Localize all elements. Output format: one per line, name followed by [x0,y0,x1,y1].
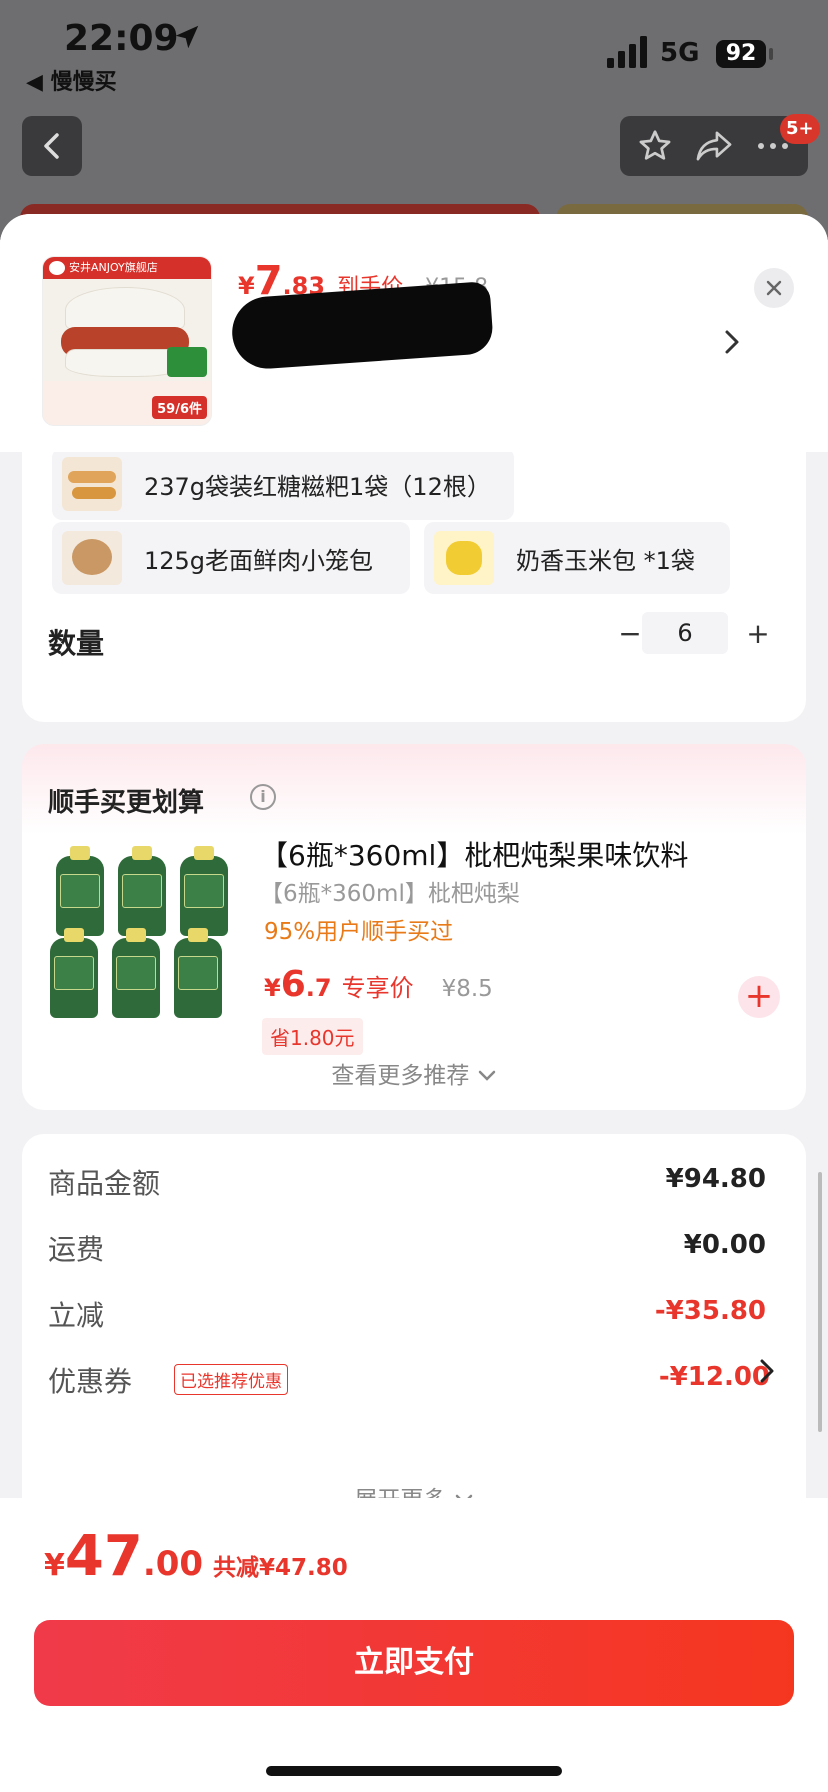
price-label: 专享价 [341,974,414,1002]
recommend-title: 顺手买更划算 [48,788,205,818]
battery-tip [769,48,773,60]
pay-now-button[interactable]: 立即支付 [34,1620,794,1706]
bottle-graphic [118,846,166,936]
location-arrow-icon [175,25,199,49]
currency-symbol: ¥ [264,974,281,1002]
recommend-price: ¥ 6 .7 专享价 ¥8.5 [264,964,493,1005]
close-icon [766,280,782,296]
more-recommend-link[interactable]: 查看更多推荐 [22,1056,806,1090]
status-time: 22:09 [64,18,179,59]
bottle-graphic [174,928,222,1018]
share-button[interactable] [694,126,734,166]
summary-value: -¥12.00 [658,1362,770,1392]
spec-card: 237g袋装红糖糍粑1袋（12根） 125g老面鲜肉小笼包 奶香玉米包 *1袋 … [22,448,806,722]
home-indicator[interactable] [266,1766,562,1776]
network-type: 5G [660,38,700,68]
close-button[interactable] [754,268,794,308]
checkout-bar: ¥ 47 .00 共减¥47.80 立即支付 [0,1498,828,1792]
favorite-button[interactable] [635,126,675,166]
spec-label: 奶香玉米包 *1袋 [516,546,695,575]
back-to-app-link[interactable]: ◀ 慢慢买 [26,64,117,96]
summary-row-discount: 立减 -¥35.80 [48,1294,766,1334]
add-recommend-button[interactable]: + [738,976,780,1018]
currency-symbol: ¥ [238,272,255,300]
chevron-right-icon[interactable] [718,326,746,358]
price-decimal: .7 [305,974,332,1002]
recommend-product-spec: 【6瓶*360ml】枇杷炖梨 [260,881,520,907]
currency-symbol: ¥ [44,1548,65,1583]
chevron-down-icon [478,1070,495,1081]
back-icon [44,133,59,159]
summary-label: 优惠券 [48,1365,133,1398]
original-price: ¥8.5 [441,976,493,1002]
quantity-label: 数量 [48,627,105,660]
total-integer: 47 [64,1524,143,1589]
spec-label: 125g老面鲜肉小笼包 [144,546,374,575]
save-badge: 省1.80元 [262,1018,363,1055]
message-badge: 5+ [780,114,820,144]
background-page: 22:09 ◀ 慢慢买 5G 92 5+ [0,0,828,240]
recommend-bought-rate: 95%用户顺手买过 [264,919,454,945]
recommend-product-name[interactable]: 【6瓶*360ml】枇杷炖梨果味饮料 [260,834,688,874]
summary-row-shipping: 运费 ¥0.00 [48,1228,766,1268]
scroll-indicator[interactable] [818,1172,822,1432]
star-icon [639,130,671,160]
quantity-increase-button[interactable]: + [738,614,778,654]
summary-row-coupon[interactable]: 优惠券 已选推荐优惠 -¥12.00 [48,1360,770,1400]
total-price: ¥ 47 .00 共减¥47.80 [44,1524,348,1589]
thumb-store-name: 安井ANJOY旗舰店 [43,257,211,279]
share-icon [696,131,732,161]
summary-label: 立减 [48,1299,105,1332]
summary-row-subtotal: 商品金额 ¥94.80 [48,1162,766,1202]
spec-thumbnail [62,531,122,585]
summary-value: ¥0.00 [683,1230,766,1260]
bottle-graphic [112,928,160,1018]
price-summary-card: 商品金额 ¥94.80 运费 ¥0.00 立减 -¥35.80 优惠券 已选推荐… [22,1134,806,1534]
sheet-header: 安井ANJOY旗舰店 59/6件 ¥ 7 .83 到手价 ¥15.8 [0,214,828,452]
summary-value: -¥35.80 [654,1296,766,1326]
spec-option[interactable]: 125g老面鲜肉小笼包 [52,522,410,594]
spec-thumbnail [434,531,494,585]
battery-level: 92 [716,40,766,68]
store-logo [49,261,65,275]
bottle-graphic [56,846,104,936]
product-thumbnail[interactable]: 安井ANJOY旗舰店 59/6件 [42,256,212,426]
signal-icon [607,36,647,68]
more-recommend-label: 查看更多推荐 [331,1063,470,1089]
spec-label: 237g袋装红糖糍粑1袋（12根） [144,472,491,501]
quantity-input[interactable]: 6 [642,612,728,654]
back-button[interactable] [22,116,82,176]
package-graphic [167,347,207,377]
spec-option[interactable]: 237g袋装红糖糍粑1袋（12根） [52,448,514,520]
total-decimal: .00 [142,1544,204,1584]
info-icon[interactable]: i [250,784,276,810]
price-integer: 6 [280,964,306,1005]
status-bar: 22:09 ◀ 慢慢买 5G 92 [0,0,828,110]
thumb-price-tag: 59/6件 [152,396,207,419]
coupon-chevron-right-icon[interactable] [756,1356,778,1386]
recommend-card: 顺手买更划算 i 【6瓶*360ml】枇杷炖梨果味饮料 【6瓶*360ml】枇杷… [22,744,806,1110]
summary-label: 运费 [48,1233,105,1266]
total-savings: 共减¥47.80 [213,1555,348,1581]
summary-label: 商品金额 [48,1167,161,1200]
bottle-graphic [180,846,228,936]
more-icon [757,143,788,149]
spec-option[interactable]: 奶香玉米包 *1袋 [424,522,730,594]
summary-value: ¥94.80 [665,1164,766,1194]
coupon-tag: 已选推荐优惠 [174,1364,288,1395]
recommend-product-image[interactable] [48,836,238,1032]
bottle-graphic [50,928,98,1018]
spec-thumbnail [62,457,122,511]
